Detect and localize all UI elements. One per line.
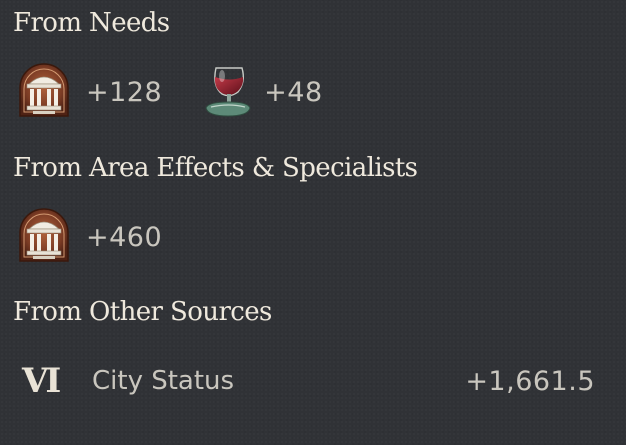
rotunda-temple-icon[interactable] [16,207,72,267]
area-effects-amenity-value: +460 [86,221,163,253]
other-sources-row[interactable]: VI City Status +1,661.5 [16,352,610,410]
rotunda-temple-icon[interactable] [16,62,72,122]
wine-glass-icon[interactable] [202,62,252,122]
section-heading-needs: From Needs [13,8,170,38]
needs-row: +128 +48 [16,63,323,121]
section-heading-other-sources: From Other Sources [13,297,272,327]
city-status-roman-numeral: VI [22,361,61,401]
needs-wine-value: +48 [264,76,323,108]
area-effects-row: +460 [16,208,162,266]
section-heading-area-effects: From Area Effects & Specialists [13,153,418,183]
needs-amenity-value: +128 [86,76,163,108]
city-status-label: City Status [92,366,235,396]
city-status-value: +1,661.5 [465,365,595,397]
